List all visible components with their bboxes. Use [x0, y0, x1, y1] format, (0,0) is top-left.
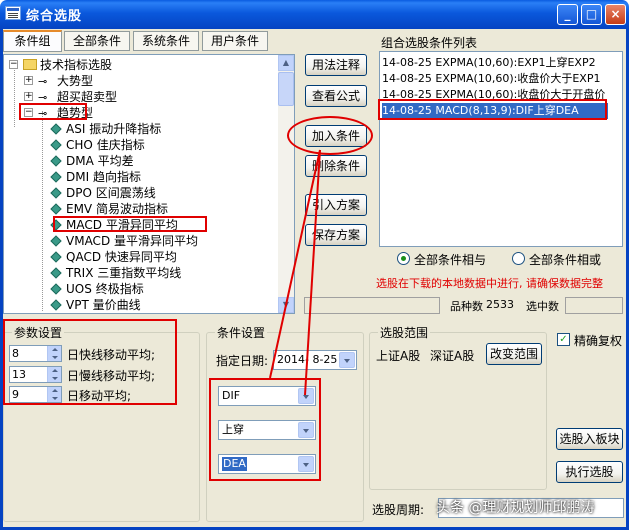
watermark-text: 头条 @理财规划师邱鹏涛: [436, 500, 595, 516]
annotation-arrow-lines: [269, 149, 321, 396]
